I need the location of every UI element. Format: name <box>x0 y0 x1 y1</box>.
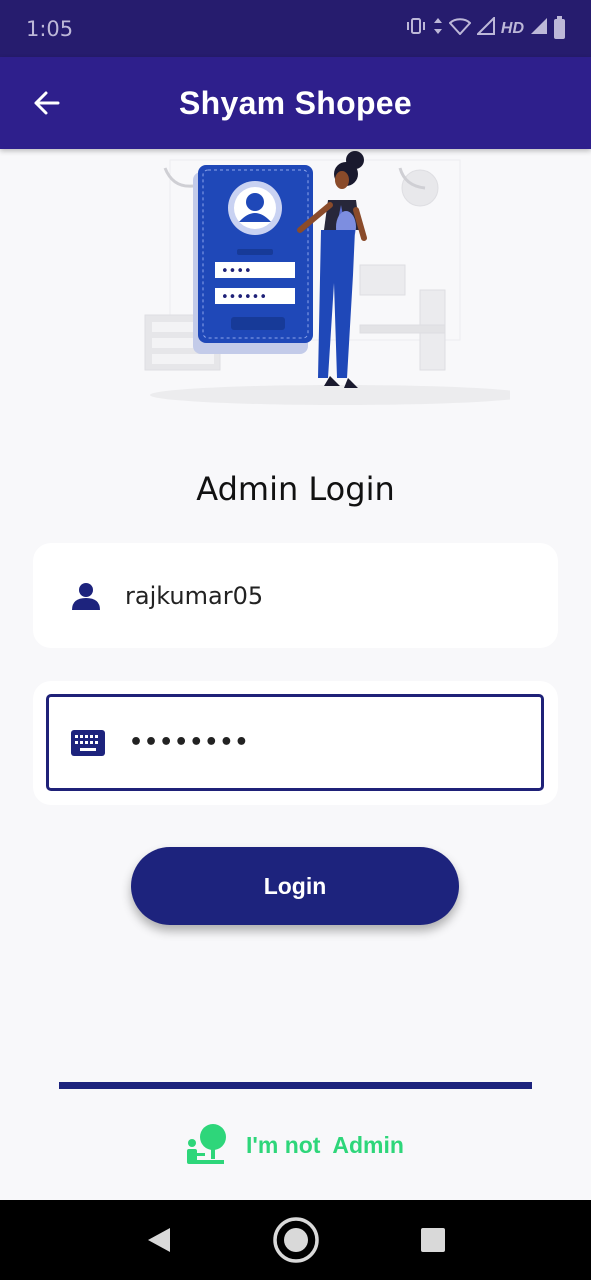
square-recents-icon <box>420 1228 445 1252</box>
illustration-field-2: •••••• <box>221 290 267 305</box>
status-time: 1:05 <box>26 16 74 41</box>
vibrate-icon <box>405 17 427 40</box>
signal-icon <box>475 15 495 40</box>
password-input[interactable]: •••••••• <box>129 730 489 755</box>
triangle-back-icon <box>147 1228 170 1252</box>
nav-home-button[interactable] <box>271 1215 321 1265</box>
data-arrows-icon <box>433 17 443 40</box>
login-button[interactable]: Login <box>131 847 459 925</box>
wifi-icon <box>448 17 472 40</box>
divider <box>59 1082 532 1089</box>
app-title: Shyam Shopee <box>178 84 412 121</box>
password-card: •••••••• <box>33 681 558 805</box>
not-admin-label: I'm not Admin <box>246 1131 404 1158</box>
password-field[interactable]: •••••••• <box>46 694 544 791</box>
arrow-left-icon <box>34 91 60 115</box>
network-type-label: HD <box>500 19 524 37</box>
status-icons: HD <box>405 15 565 40</box>
battery-icon <box>554 15 565 39</box>
circle-home-icon <box>272 1217 319 1263</box>
person-icon <box>69 579 103 613</box>
admin-login-heading: Admin Login <box>196 470 395 508</box>
status-bar: 1:05 HD <box>0 0 591 57</box>
back-button[interactable] <box>28 85 64 121</box>
illustration-field-1: •••• <box>221 264 252 279</box>
username-card <box>33 543 558 648</box>
keyboard-icon <box>71 726 105 760</box>
signal-icon-2 <box>530 17 548 40</box>
system-nav-bar <box>0 1200 591 1280</box>
not-admin-link[interactable]: I'm not Admin <box>184 1122 404 1168</box>
app-bar: Shyam Shopee <box>0 57 591 149</box>
person-tree-icon <box>187 1124 226 1164</box>
login-illustration: •••• •••••• <box>144 151 510 405</box>
username-input[interactable] <box>125 581 485 610</box>
nav-recents-button[interactable] <box>408 1215 458 1265</box>
username-field[interactable] <box>33 543 558 648</box>
nav-back-button[interactable] <box>134 1215 184 1265</box>
